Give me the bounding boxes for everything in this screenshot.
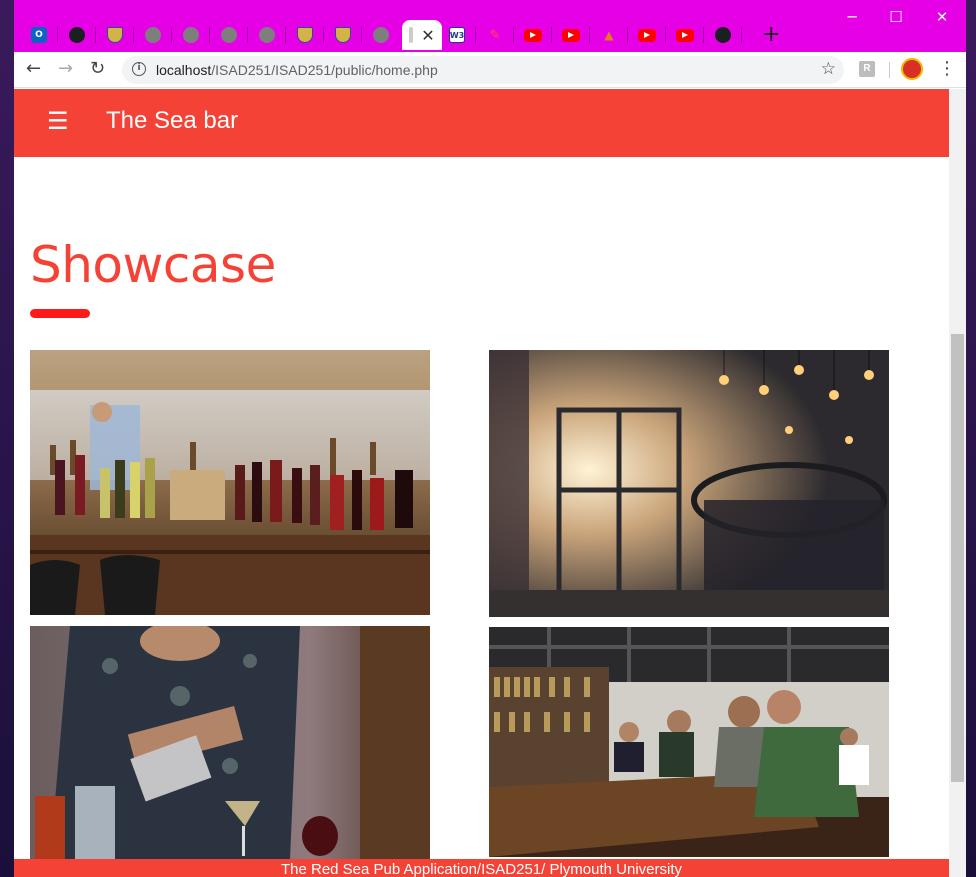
youtube-icon xyxy=(562,28,580,42)
tab-globe[interactable] xyxy=(210,20,248,50)
minimize-button[interactable]: ─ xyxy=(830,8,874,26)
page-title: Showcase xyxy=(30,236,276,294)
bar-counter-bottles-photo xyxy=(30,350,430,615)
back-button[interactable]: ← xyxy=(26,58,41,79)
youtube-icon xyxy=(524,28,542,42)
tab-university[interactable] xyxy=(324,20,362,50)
page-scrollbar[interactable] xyxy=(949,89,966,877)
youtube-icon xyxy=(676,28,694,42)
app-header: ☰ The Sea bar xyxy=(14,89,949,157)
address-bar[interactable]: i localhost/ISAD251/ISAD251/public/home.… xyxy=(122,56,844,84)
tab-outlook[interactable]: O xyxy=(20,20,58,50)
globe-icon xyxy=(183,27,199,43)
browser-toolbar: ← → ↻ i localhost/ISAD251/ISAD251/public… xyxy=(14,52,966,88)
tab-books[interactable]: ✎ xyxy=(476,20,514,50)
forward-button[interactable]: → xyxy=(58,58,73,79)
title-underline xyxy=(30,309,90,318)
maximize-button[interactable]: ☐ xyxy=(874,8,918,26)
page-footer: The Red Sea Pub Application/ISAD251/ Ply… xyxy=(14,859,949,877)
tab-youtube[interactable] xyxy=(514,20,552,50)
tab-globe[interactable] xyxy=(134,20,172,50)
tab-strip: O ✕ W3 ✎ ▲ + ─ ☐ ✕ xyxy=(14,0,966,52)
new-tab-button[interactable]: + xyxy=(762,22,780,47)
bar-patrons-photo xyxy=(489,627,889,857)
tab-github[interactable] xyxy=(704,20,742,50)
tab-university[interactable] xyxy=(96,20,134,50)
university-shield-icon xyxy=(297,27,313,43)
tab-w3schools[interactable]: W3 xyxy=(438,20,476,50)
tab-globe[interactable] xyxy=(172,20,210,50)
books-icon: ✎ xyxy=(489,27,501,43)
brand-title[interactable]: The Sea bar xyxy=(106,107,238,135)
bartender-pouring-photo xyxy=(30,626,430,859)
globe-icon xyxy=(259,27,275,43)
ship-icon: ▲ xyxy=(604,28,614,42)
globe-icon xyxy=(145,27,161,43)
youtube-icon xyxy=(638,28,656,42)
close-window-button[interactable]: ✕ xyxy=(920,8,964,26)
tab-globe[interactable] xyxy=(362,20,400,50)
reload-button[interactable]: ↻ xyxy=(90,58,105,79)
outlook-icon: O xyxy=(31,27,47,43)
hamburger-menu-icon[interactable]: ☰ xyxy=(47,107,69,135)
page-icon xyxy=(409,27,414,43)
info-icon[interactable]: i xyxy=(132,62,146,76)
tab-active[interactable]: ✕ xyxy=(402,20,442,50)
page-viewport: ☰ The Sea bar Showcase The Red Sea Pub A… xyxy=(14,89,966,877)
tab-youtube[interactable] xyxy=(628,20,666,50)
w3schools-icon: W3 xyxy=(449,27,465,43)
globe-icon xyxy=(373,27,389,43)
menu-kebab-icon[interactable]: ⋮ xyxy=(938,58,956,79)
github-icon xyxy=(715,27,731,43)
github-icon xyxy=(69,27,85,43)
tab-github[interactable] xyxy=(58,20,96,50)
university-shield-icon xyxy=(107,27,123,43)
bookmark-star-icon[interactable]: ☆ xyxy=(821,59,836,79)
globe-icon xyxy=(221,27,237,43)
tab-youtube[interactable] xyxy=(666,20,704,50)
tab-globe[interactable] xyxy=(248,20,286,50)
scrollbar-thumb[interactable] xyxy=(951,334,964,782)
close-tab-icon[interactable]: ✕ xyxy=(421,26,434,45)
tab-university[interactable] xyxy=(286,20,324,50)
tab-youtube[interactable] xyxy=(552,20,590,50)
bar-interior-window-photo xyxy=(489,350,889,617)
url-text[interactable]: localhost/ISAD251/ISAD251/public/home.ph… xyxy=(156,62,438,78)
profile-avatar[interactable] xyxy=(901,58,923,80)
extension-icon[interactable]: R xyxy=(859,61,875,77)
university-shield-icon xyxy=(335,27,351,43)
browser-window: O ✕ W3 ✎ ▲ + ─ ☐ ✕ ← → ↻ i localhost/ISA xyxy=(14,0,966,877)
tab-ship[interactable]: ▲ xyxy=(590,20,628,50)
